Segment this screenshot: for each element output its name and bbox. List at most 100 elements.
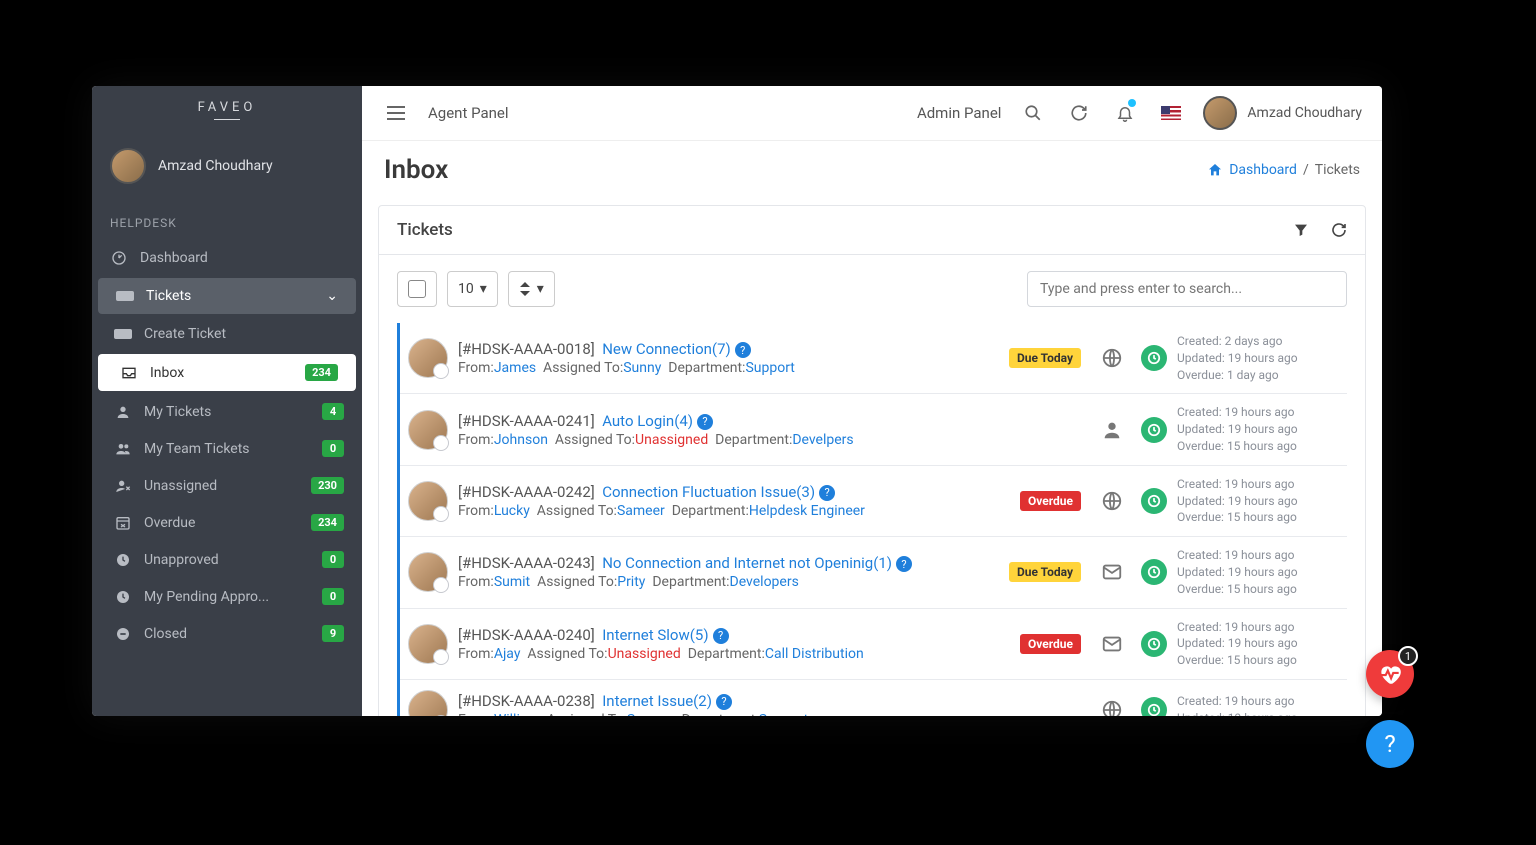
page-size-dropdown[interactable]: 10▾ <box>447 271 498 307</box>
source-icon <box>1101 490 1123 512</box>
ticket-row[interactable]: [#HDSK-AAAA-0018] New Connection(7)?From… <box>400 323 1347 393</box>
from-link[interactable]: William <box>494 712 540 716</box>
search-icon[interactable] <box>1019 99 1047 127</box>
ticket-row[interactable]: [#HDSK-AAAA-0240] Internet Slow(5)?From:… <box>400 608 1347 679</box>
count-badge: 0 <box>322 588 344 605</box>
ticket-id: [#HDSK-AAAA-0240] <box>458 626 595 644</box>
sidebar-item-label: Inbox <box>150 365 184 381</box>
clock-icon <box>1141 559 1167 585</box>
hamburger-icon[interactable] <box>382 99 410 127</box>
sidebar-item-unapproved[interactable]: Unapproved0 <box>92 541 362 578</box>
main: Agent Panel Admin Panel Amzad Choudhary … <box>362 86 1382 716</box>
from-link[interactable]: Lucky <box>494 503 530 519</box>
department-link[interactable]: Support <box>745 360 794 376</box>
brand-text: FAVEO <box>198 100 257 115</box>
ticket-row[interactable]: [#HDSK-AAAA-0241] Auto Login(4)?From:Joh… <box>400 393 1347 464</box>
ticket-timestamps: Created: 19 hours agoUpdated: 19 hours a… <box>1177 693 1347 716</box>
sidebar-item-closed[interactable]: Closed 9 <box>92 615 362 652</box>
assigned-to[interactable]: Sunny <box>623 360 661 376</box>
sidebar-item-my-tickets[interactable]: My Tickets4 <box>92 393 362 430</box>
search-input[interactable] <box>1027 271 1347 307</box>
help-fab[interactable]: ? <box>1366 720 1414 768</box>
status-badge: Due Today <box>1009 562 1081 582</box>
ticket-subject-link[interactable]: Internet Slow(5) <box>602 626 708 644</box>
avatar <box>408 690 448 716</box>
topbar-user-name: Amzad Choudhary <box>1247 105 1362 121</box>
sidebar-item-label: Unassigned <box>144 478 217 494</box>
chevron-down-icon: ⌄ <box>326 288 338 304</box>
filter-icon[interactable] <box>1293 222 1309 238</box>
sidebar-user[interactable]: Amzad Choudhary <box>92 134 362 198</box>
topbar-user[interactable]: Amzad Choudhary <box>1203 96 1362 130</box>
fab-count-badge: 1 <box>1398 646 1418 666</box>
question-icon[interactable]: ? <box>819 485 835 501</box>
source-icon <box>1101 419 1123 441</box>
sidebar-item-tickets[interactable]: Tickets⌄ <box>98 278 356 314</box>
sidebar-item-label: My Team Tickets <box>144 441 250 457</box>
select-all-checkbox[interactable] <box>397 271 437 307</box>
clock-icon <box>114 589 132 605</box>
breadcrumb-dashboard[interactable]: Dashboard <box>1229 162 1297 178</box>
ticket-id: [#HDSK-AAAA-0241] <box>458 412 595 430</box>
ticket-row[interactable]: [#HDSK-AAAA-0242] Connection Fluctuation… <box>400 465 1347 536</box>
question-icon[interactable]: ? <box>735 342 751 358</box>
ticket-timestamps: Created: 19 hours agoUpdated: 19 hours a… <box>1177 547 1347 597</box>
clock-icon <box>1141 631 1167 657</box>
ticket-id: [#HDSK-AAAA-0243] <box>458 554 595 572</box>
admin-panel-link[interactable]: Admin Panel <box>917 104 1001 122</box>
sidebar-item-dashboard[interactable]: Dashboard <box>92 240 362 276</box>
count-badge: 9 <box>322 625 344 642</box>
department-link[interactable]: Call Distribution <box>765 646 864 662</box>
sidebar-item-label: Closed <box>144 626 187 642</box>
page-title: Inbox <box>384 155 448 185</box>
ticket-subject-link[interactable]: Connection Fluctuation Issue(3) <box>602 483 815 501</box>
avatar <box>110 148 146 184</box>
from-link[interactable]: James <box>494 360 536 376</box>
ticket-subject-link[interactable]: Internet Issue(2) <box>602 692 712 710</box>
sidebar-item-overdue[interactable]: Overdue234 <box>92 504 362 541</box>
from-link[interactable]: Johnson <box>494 432 548 448</box>
assigned-to[interactable]: Sameer <box>617 503 665 519</box>
count-badge: 230 <box>311 477 344 494</box>
sidebar-item-my-pending-appro[interactable]: My Pending Appro...0 <box>92 578 362 615</box>
department-link[interactable]: Developers <box>730 574 799 590</box>
question-icon[interactable]: ? <box>713 628 729 644</box>
from-link[interactable]: Ajay <box>494 646 521 662</box>
ticket-subject-link[interactable]: No Connection and Internet not Openinig(… <box>602 554 892 572</box>
app-window: FAVEO Amzad Choudhary HELPDESK Dashboard… <box>92 86 1382 716</box>
ticket-list: [#HDSK-AAAA-0018] New Connection(7)?From… <box>397 323 1347 716</box>
assigned-to[interactable]: Prity <box>617 574 645 590</box>
count-badge: 234 <box>305 364 338 381</box>
question-icon[interactable]: ? <box>896 556 912 572</box>
health-fab[interactable]: 1 <box>1366 650 1414 698</box>
refresh-icon[interactable] <box>1065 99 1093 127</box>
agent-panel-link[interactable]: Agent Panel <box>428 104 509 122</box>
language-flag[interactable] <box>1157 99 1185 127</box>
sidebar-item-inbox[interactable]: Inbox 234 <box>98 354 356 391</box>
refresh-icon[interactable] <box>1331 222 1347 238</box>
question-icon[interactable]: ? <box>697 414 713 430</box>
ticket-body: [#HDSK-AAAA-0242] Connection Fluctuation… <box>458 483 1010 519</box>
sidebar-item-unassigned[interactable]: Unassigned 230 <box>92 467 362 504</box>
sort-dropdown[interactable]: ▾ <box>508 271 555 307</box>
ticket-subject-link[interactable]: Auto Login(4) <box>602 412 693 430</box>
department-link[interactable]: Support <box>759 712 808 716</box>
ticket-id: [#HDSK-AAAA-0242] <box>458 483 595 501</box>
sidebar-item-my-team-tickets[interactable]: My Team Tickets0 <box>92 430 362 467</box>
clock-icon <box>1141 488 1167 514</box>
ticket-timestamps: Created: 19 hours agoUpdated: 19 hours a… <box>1177 404 1347 454</box>
department-link[interactable]: Helpdesk Engineer <box>749 503 865 519</box>
bell-icon[interactable] <box>1111 99 1139 127</box>
question-icon[interactable]: ? <box>716 694 732 710</box>
ticket-row[interactable]: [#HDSK-AAAA-0238] Internet Issue(2)?From… <box>400 679 1347 716</box>
source-icon <box>1101 347 1123 369</box>
minus-circle-icon <box>114 626 132 642</box>
assigned-to[interactable]: Sameer <box>627 712 675 716</box>
from-link[interactable]: Sumit <box>494 574 530 590</box>
assigned-to: Unassigned <box>608 646 681 662</box>
department-link[interactable]: Develpers <box>792 432 853 448</box>
ticket-subject-link[interactable]: New Connection(7) <box>602 340 731 358</box>
count-badge: 4 <box>322 403 344 420</box>
sidebar-item-create-ticket[interactable]: Create Ticket <box>92 316 362 352</box>
ticket-row[interactable]: [#HDSK-AAAA-0243] No Connection and Inte… <box>400 536 1347 607</box>
